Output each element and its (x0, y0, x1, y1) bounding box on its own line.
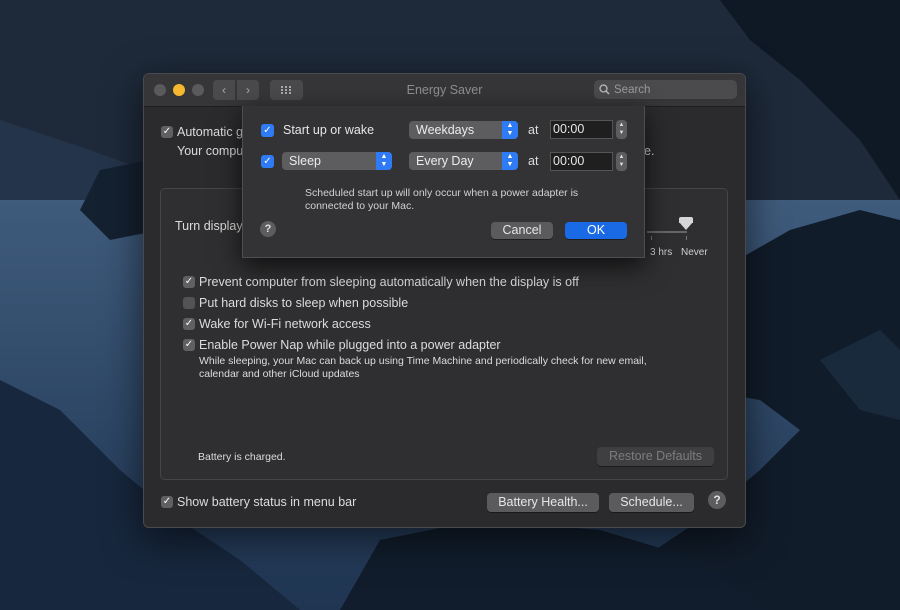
sleep-day-value: Every Day (416, 154, 474, 168)
slider-label-never: Never (681, 247, 708, 258)
sleep-time-stepper[interactable]: ▲ ▼ (616, 152, 627, 171)
sleep-at-label: at (528, 154, 539, 168)
sleep-checkbox[interactable]: ✓ (261, 155, 274, 168)
help-icon: ? (713, 493, 721, 507)
slider-label-3hrs: 3 hrs (650, 247, 673, 258)
slider-tick (651, 236, 652, 240)
battery-status-text: Battery is charged. (198, 451, 286, 463)
show-battery-status-label: Show battery status in menu bar (177, 495, 357, 509)
hard-disk-sleep-checkbox[interactable] (183, 297, 195, 309)
checkmark-icon: ✓ (184, 276, 194, 287)
updown-chevron-icon: ▲ ▼ (502, 121, 518, 139)
startup-day-value: Weekdays (416, 123, 475, 137)
power-nap-description-2: calendar and other iCloud updates (199, 368, 360, 380)
show-battery-status-checkbox[interactable]: ✓ (161, 496, 173, 508)
checkmark-icon: ✓ (162, 126, 172, 137)
search-field[interactable] (594, 80, 737, 99)
startup-at-label: at (528, 123, 539, 137)
automatic-description: Your compu (177, 144, 244, 158)
automatic-label: Automatic g (177, 125, 244, 139)
checkmark-icon: ✓ (263, 156, 272, 167)
schedule-sheet: ✓ Start up or wake Weekdays ▲ ▼ at 00:00 … (242, 106, 645, 258)
schedule-note-line-1: Scheduled start up will only occur when … (305, 187, 579, 199)
checkmark-icon: ✓ (162, 496, 172, 507)
schedule-note-line-2: connected to your Mac. (305, 200, 415, 212)
cancel-button[interactable]: Cancel (491, 222, 553, 239)
schedule-button[interactable]: Schedule... (609, 493, 694, 512)
sleep-time-field[interactable]: 00:00 (550, 152, 613, 171)
automatic-description-end: e. (644, 144, 655, 158)
prevent-sleep-label: Prevent computer from sleeping automatic… (199, 275, 579, 289)
prevent-sleep-checkbox[interactable]: ✓ (183, 276, 195, 288)
battery-health-button[interactable]: Battery Health... (487, 493, 599, 512)
wake-wifi-checkbox[interactable]: ✓ (183, 318, 195, 330)
startup-wake-label: Start up or wake (283, 123, 375, 137)
startup-time-field[interactable]: 00:00 (550, 120, 613, 139)
checkmark-icon: ✓ (184, 318, 194, 329)
updown-chevron-icon: ▲ ▼ (376, 152, 392, 170)
sleep-action-value: Sleep (289, 154, 321, 168)
help-button[interactable]: ? (708, 491, 726, 509)
schedule-help-button[interactable]: ? (260, 221, 276, 237)
hard-disk-sleep-label: Put hard disks to sleep when possible (199, 296, 409, 310)
help-icon: ? (264, 223, 272, 235)
search-icon (599, 84, 610, 95)
search-input[interactable] (614, 80, 732, 99)
sleep-day-popup[interactable]: Every Day ▲ ▼ (409, 152, 518, 170)
power-nap-label: Enable Power Nap while plugged into a po… (199, 338, 501, 352)
checkmark-icon: ✓ (263, 125, 272, 136)
automatic-checkbox[interactable]: ✓ (161, 126, 173, 138)
ok-button[interactable]: OK (565, 222, 627, 239)
display-sleep-slider-pointer[interactable] (679, 222, 693, 230)
updown-chevron-icon: ▲ ▼ (618, 154, 625, 168)
updown-chevron-icon: ▲ ▼ (502, 152, 518, 170)
restore-defaults-button[interactable]: Restore Defaults (597, 447, 714, 466)
power-nap-checkbox[interactable]: ✓ (183, 339, 195, 351)
startup-day-popup[interactable]: Weekdays ▲ ▼ (409, 121, 518, 139)
display-sleep-slider-track[interactable] (647, 231, 687, 233)
sleep-action-popup[interactable]: Sleep ▲ ▼ (282, 152, 392, 170)
updown-chevron-icon: ▲ ▼ (618, 122, 625, 136)
turn-display-off-label: Turn display (175, 219, 243, 233)
checkmark-icon: ✓ (184, 339, 194, 350)
startup-time-stepper[interactable]: ▲ ▼ (616, 120, 627, 139)
slider-tick (686, 236, 687, 240)
power-nap-description-1: While sleeping, your Mac can back up usi… (199, 355, 647, 367)
title-bar: ‹ › Energy Saver (144, 74, 745, 107)
startup-wake-checkbox[interactable]: ✓ (261, 124, 274, 137)
wake-wifi-label: Wake for Wi-Fi network access (199, 317, 371, 331)
